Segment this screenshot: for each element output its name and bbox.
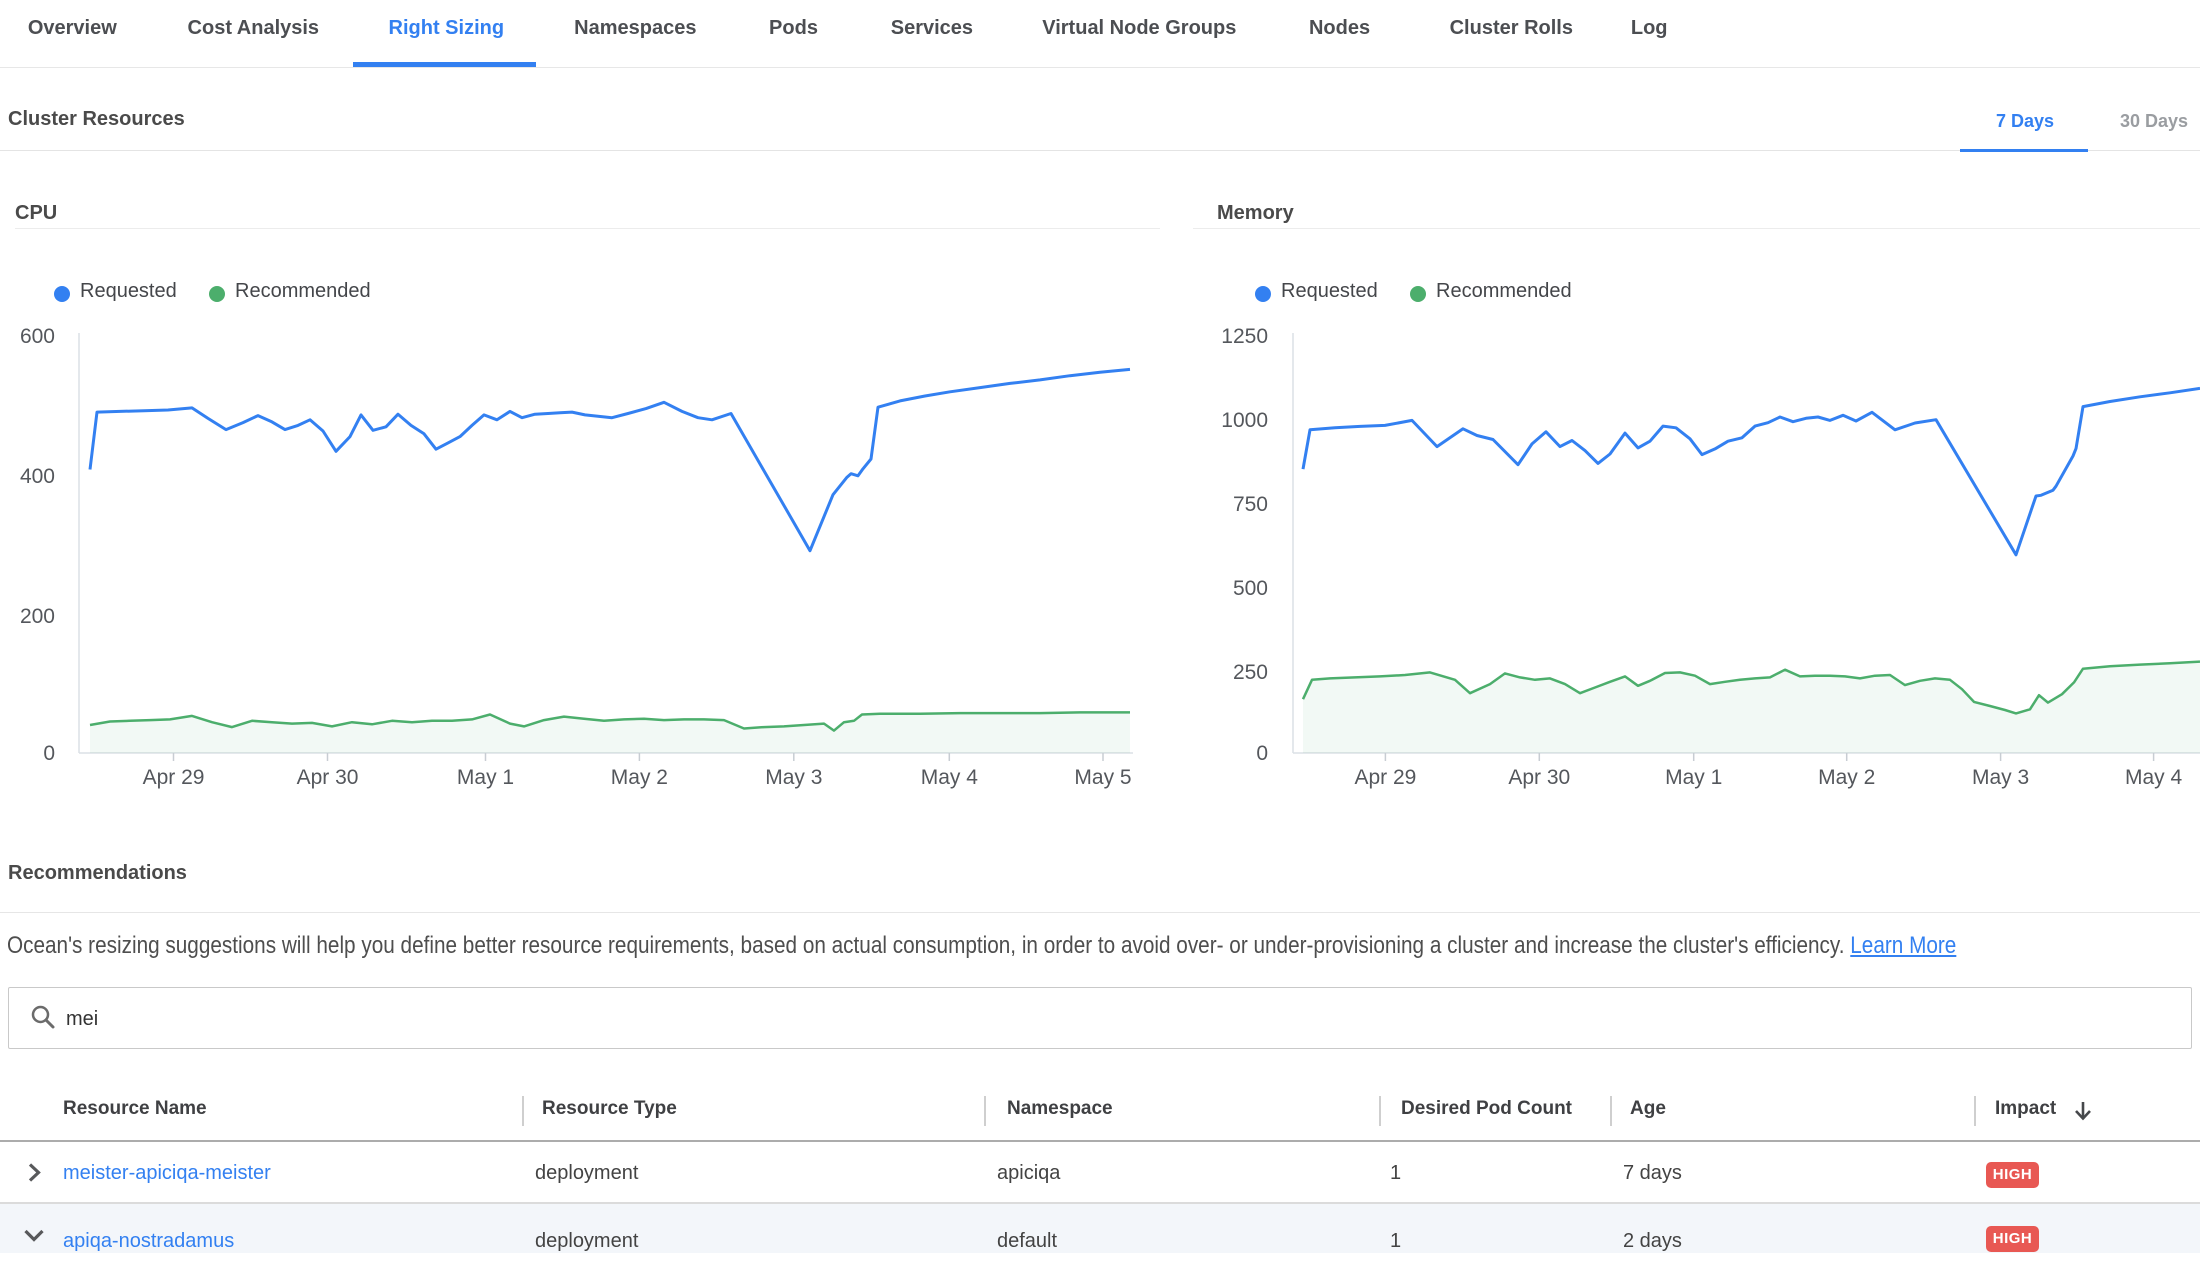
svg-text:Apr 30: Apr 30 [1508, 766, 1570, 789]
svg-text:0: 0 [1256, 742, 1268, 765]
svg-text:750: 750 [1233, 493, 1268, 516]
svg-text:400: 400 [20, 465, 55, 488]
svg-text:May 1: May 1 [457, 766, 514, 789]
svg-text:May 5: May 5 [1074, 766, 1131, 789]
svg-text:May 4: May 4 [2125, 766, 2183, 789]
svg-text:Apr 29: Apr 29 [143, 766, 205, 789]
svg-text:200: 200 [20, 605, 55, 628]
svg-text:250: 250 [1233, 661, 1268, 684]
svg-text:1250: 1250 [1221, 325, 1268, 348]
svg-text:0: 0 [43, 742, 55, 765]
svg-text:May 3: May 3 [765, 766, 822, 789]
svg-text:Apr 29: Apr 29 [1354, 766, 1416, 789]
svg-text:1000: 1000 [1221, 409, 1268, 432]
svg-text:May 4: May 4 [921, 766, 979, 789]
svg-text:500: 500 [1233, 577, 1268, 600]
svg-text:May 2: May 2 [1818, 766, 1875, 789]
svg-text:May 3: May 3 [1972, 766, 2029, 789]
svg-text:May 2: May 2 [611, 766, 668, 789]
svg-text:May 1: May 1 [1665, 766, 1722, 789]
svg-text:600: 600 [20, 325, 55, 348]
svg-text:Apr 30: Apr 30 [297, 766, 359, 789]
